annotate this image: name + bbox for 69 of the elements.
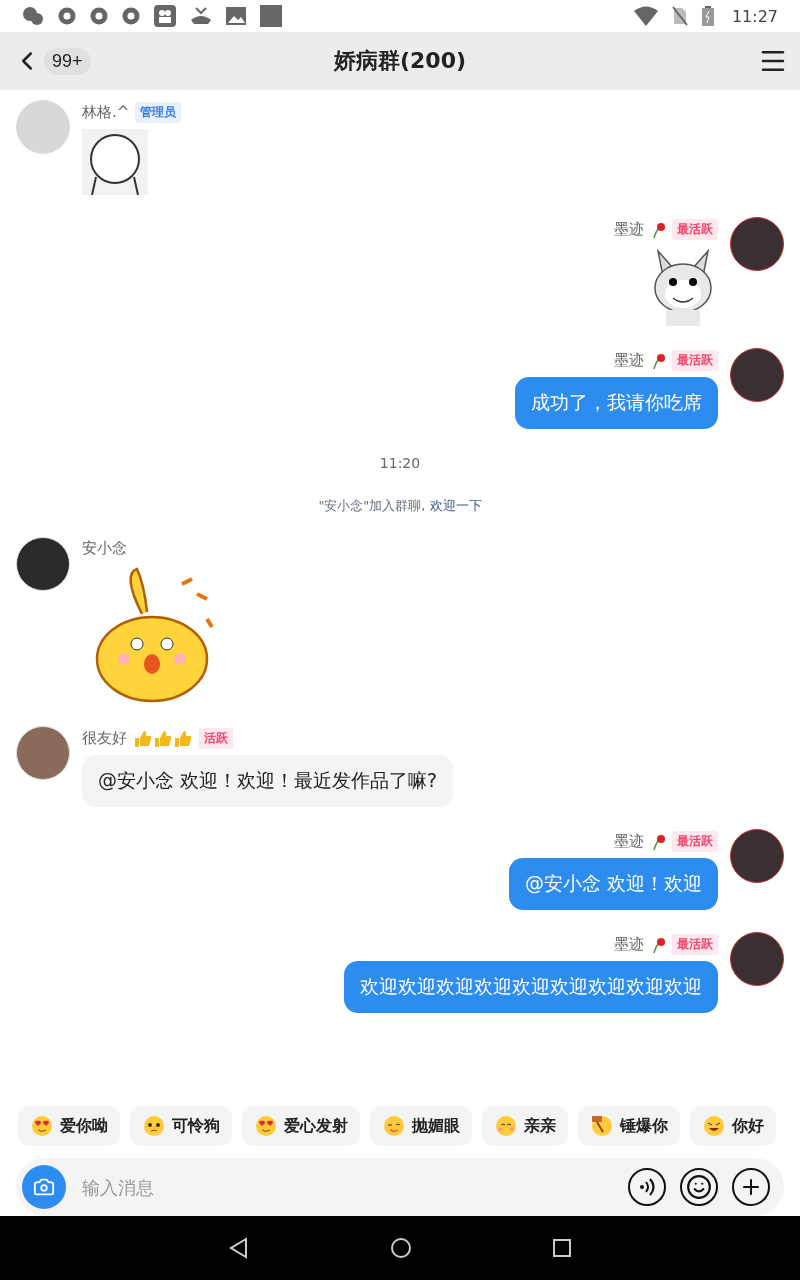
message-bubble: @安小念 欢迎！欢迎 [508,858,718,910]
sender-name: 墨迹 [614,220,644,239]
recents-nav-button[interactable] [552,1238,572,1258]
message-bubble: 欢迎欢迎欢迎欢迎欢迎欢迎欢迎欢迎欢迎 [344,961,718,1013]
ring-icon [58,7,76,25]
no-sim-icon [671,6,688,26]
rose-icon [650,935,666,954]
camera-icon [33,1176,55,1198]
quick-reply-chip[interactable]: 锤爆你 [578,1106,680,1146]
emoji-icon [30,1114,54,1138]
role-tag: 最活跃 [672,831,718,852]
role-tag: 活跃 [199,728,233,749]
emoji-icon [494,1114,518,1138]
quick-reply-chip[interactable]: 可怜狗 [130,1106,232,1146]
back-nav-button[interactable] [228,1237,250,1259]
battery-icon [701,6,714,26]
voice-button[interactable] [628,1168,666,1206]
avatar[interactable] [730,217,784,271]
emoji-icon [382,1114,406,1138]
chat-title: 娇病群(200) [333,48,466,73]
camera-app-icon [154,5,176,27]
ring-icon [122,7,140,25]
quick-reply-chip[interactable]: 爱你呦 [18,1106,120,1146]
quick-reply-chip[interactable]: 爱心发射 [242,1106,360,1146]
timestamp: 11:20 [379,455,421,471]
ring-icon [90,7,108,25]
image-icon [226,7,246,25]
sender-name: 安小念 [82,539,127,558]
quick-reply-chip[interactable]: 抛媚眼 [370,1106,472,1146]
message-input[interactable]: 输入消息 [80,1175,614,1199]
camera-button[interactable] [22,1165,66,1209]
voice-icon [637,1177,657,1197]
home-nav-button[interactable] [390,1237,412,1259]
welcome-link[interactable]: 欢迎一下 [429,498,482,513]
rose-icon [650,351,666,370]
quick-reply-chip[interactable]: 你好 [690,1106,776,1146]
app-icon [260,5,282,27]
add-button[interactable] [732,1168,770,1206]
smiley-icon [686,1174,712,1200]
avatar[interactable] [730,348,784,402]
quick-reply-chip[interactable]: 亲亲 [482,1106,568,1146]
sticker-image [82,129,148,195]
clock: 11:27 [731,6,778,26]
avatar[interactable] [730,829,784,883]
sender-name: 墨迹 [614,935,644,954]
rose-icon [650,220,666,239]
sender-name: 墨迹 [614,832,644,851]
thumbs-up-icons [133,729,193,748]
emoji-button[interactable] [680,1168,718,1206]
chat-bubbles-icon [22,6,44,26]
rose-icon [650,832,666,851]
role-tag: 管理员 [135,102,182,123]
sender-name: 很友好 [82,729,127,748]
role-tag: 最活跃 [672,934,718,955]
sender-name: 墨迹 [614,351,644,370]
message-bubble: @安小念 欢迎！欢迎！最近发作品了嘛? [82,755,454,807]
system-notice: "安小念"加入群聊, 欢迎一下 [318,497,482,515]
message-bubble: 成功了，我请你吃席 [515,377,718,429]
emoji-icon [590,1114,614,1138]
avatar[interactable] [730,932,784,986]
emoji-icon [702,1114,726,1138]
role-tag: 最活跃 [672,350,718,371]
missed-call-icon [190,6,212,26]
role-tag: 最活跃 [672,219,718,240]
emoji-icon [254,1114,278,1138]
sender-name: 林格.^ [82,103,130,122]
emoji-icon [142,1114,166,1138]
message-field[interactable]: 输入消息 [16,1158,784,1216]
wifi-icon [633,6,658,26]
